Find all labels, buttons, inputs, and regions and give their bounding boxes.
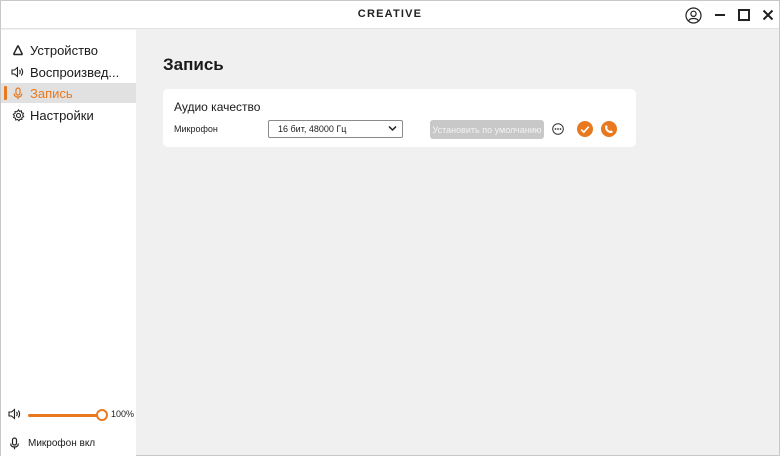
active-indicator bbox=[4, 86, 7, 100]
volume-slider-track[interactable] bbox=[28, 414, 102, 417]
app-window: CREATIVE Устройство Воспроизвед... Запис… bbox=[0, 0, 780, 456]
gear-icon bbox=[11, 108, 25, 122]
sidebar-item-label: Запись bbox=[30, 86, 73, 101]
more-options-icon[interactable] bbox=[552, 123, 564, 135]
check-icon bbox=[580, 125, 590, 133]
sidebar-item-recording[interactable]: Запись bbox=[1, 83, 136, 103]
minimize-icon bbox=[715, 14, 725, 16]
sidebar-item-settings[interactable]: Настройки bbox=[1, 105, 136, 125]
select-value: 16 бит, 48000 Гц bbox=[278, 124, 347, 134]
device-icon bbox=[11, 43, 25, 57]
maximize-button[interactable] bbox=[733, 5, 755, 25]
sidebar-item-playback[interactable]: Воспроизвед... bbox=[1, 62, 136, 82]
account-button[interactable] bbox=[682, 5, 704, 25]
audio-quality-card: Аудио качество Микрофон 16 бит, 48000 Гц… bbox=[163, 89, 636, 147]
user-icon bbox=[684, 6, 702, 24]
sidebar-item-label: Устройство bbox=[30, 43, 99, 58]
card-title: Аудио качество bbox=[174, 100, 261, 114]
mic-status-label: Микрофон вкл bbox=[28, 438, 96, 449]
microphone-icon bbox=[11, 86, 25, 100]
phone-icon bbox=[605, 125, 613, 133]
chevron-down-icon bbox=[388, 125, 397, 132]
sidebar: Устройство Воспроизвед... Запись Настрой… bbox=[1, 30, 136, 456]
default-device-button[interactable] bbox=[577, 121, 593, 137]
close-icon bbox=[762, 9, 774, 21]
audio-quality-select[interactable]: 16 бит, 48000 Гц bbox=[268, 120, 403, 138]
speaker-icon[interactable] bbox=[8, 408, 22, 420]
minimize-button[interactable] bbox=[709, 5, 731, 25]
page-title: Запись bbox=[163, 55, 224, 74]
title-bar: CREATIVE bbox=[1, 1, 779, 29]
sidebar-item-device[interactable]: Устройство bbox=[1, 40, 136, 60]
sidebar-item-label: Воспроизвед... bbox=[30, 65, 120, 80]
set-default-button[interactable]: Установить по умолчанию bbox=[430, 120, 544, 139]
default-communication-button[interactable] bbox=[601, 121, 617, 137]
microphone-icon bbox=[10, 437, 19, 450]
mic-status[interactable]: Микрофон вкл bbox=[1, 433, 136, 455]
volume-slider-handle[interactable] bbox=[96, 409, 108, 421]
sidebar-item-label: Настройки bbox=[30, 108, 94, 123]
speaker-icon bbox=[11, 65, 25, 79]
microphone-label: Микрофон bbox=[174, 124, 218, 134]
volume-control: 100% bbox=[1, 404, 136, 426]
close-button[interactable] bbox=[757, 5, 779, 25]
maximize-icon bbox=[738, 9, 750, 21]
volume-value: 100% bbox=[111, 409, 135, 419]
brand-logo: CREATIVE bbox=[357, 8, 423, 20]
